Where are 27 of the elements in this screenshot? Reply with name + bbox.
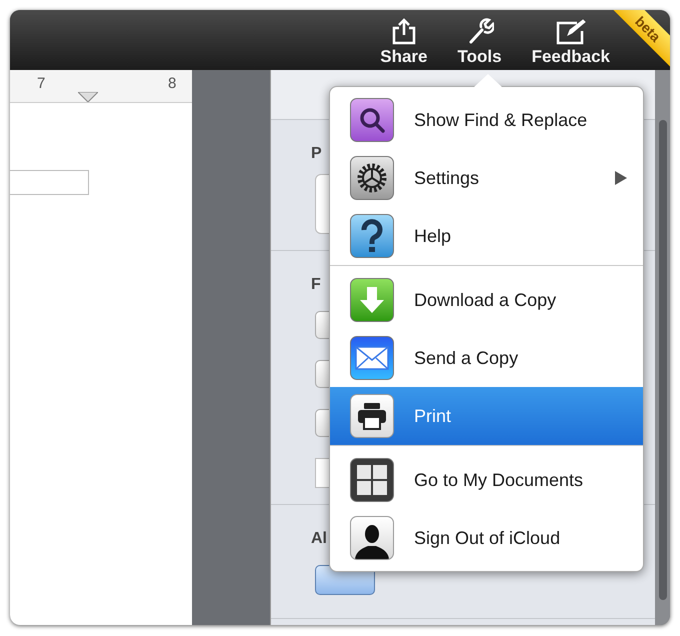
section-heading: Al	[311, 529, 327, 549]
magnifier-icon	[350, 98, 394, 142]
toolbar-button[interactable]: Share	[378, 17, 430, 67]
ruler-number: 7	[37, 74, 46, 94]
menu-item[interactable]: Send a Copy	[330, 329, 643, 387]
envelope-icon	[350, 336, 394, 380]
ruler-number: 8	[168, 74, 176, 94]
gear-icon	[350, 156, 394, 200]
menu-item[interactable]: Sign Out of iCloud	[330, 509, 643, 567]
printer-icon	[350, 394, 394, 438]
share-icon	[390, 17, 417, 45]
menu-item[interactable]: Help	[330, 207, 643, 265]
toolbar-button[interactable]: Feedback	[530, 19, 612, 67]
question-icon	[350, 214, 394, 258]
indent-marker-icon	[78, 92, 98, 102]
menu-item[interactable]: Settings	[330, 149, 643, 207]
person-silhouette-icon	[350, 516, 394, 560]
section-heading: P	[311, 144, 322, 164]
compose-icon	[554, 19, 587, 45]
section-heading: F	[311, 275, 321, 295]
menu-item[interactable]: Print	[330, 387, 643, 445]
menu-item[interactable]: Show Find & Replace	[330, 91, 643, 149]
toolbar-button[interactable]: Tools	[455, 17, 504, 67]
menu-item[interactable]: Download a Copy	[330, 271, 643, 329]
grid-icon	[350, 458, 394, 502]
menu-item[interactable]: Go to My Documents	[330, 451, 643, 509]
download-icon	[350, 278, 394, 322]
